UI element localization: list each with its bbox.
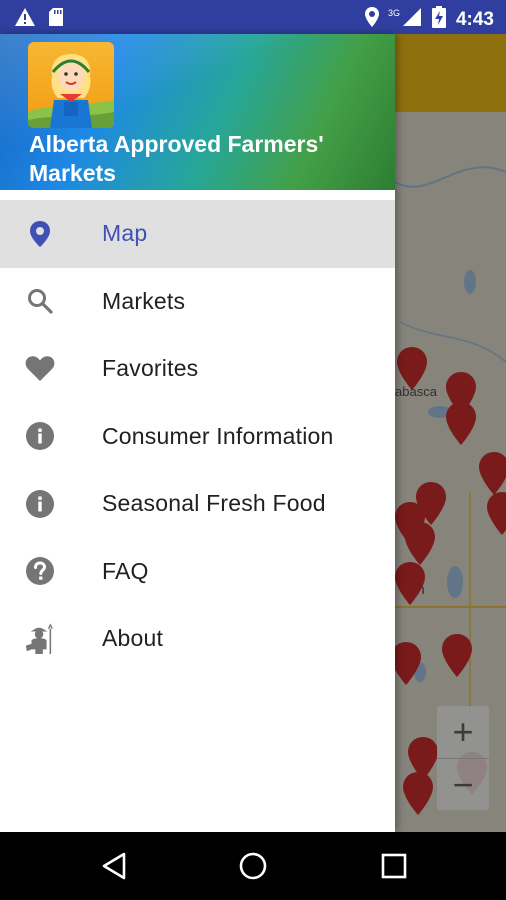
menu-item-favorites[interactable]: Favorites (0, 335, 395, 403)
recents-icon (381, 853, 407, 879)
menu-item-about[interactable]: About (0, 605, 395, 673)
menu-item-label: Favorites (102, 355, 199, 382)
menu-item-consumer-information[interactable]: Consumer Information (0, 403, 395, 471)
drawer-menu: Map Markets Favorites Consumer Informati… (0, 200, 395, 673)
back-button[interactable] (97, 849, 131, 883)
menu-item-label: Markets (102, 287, 186, 314)
menu-item-label: Seasonal Fresh Food (102, 490, 326, 517)
clock: 4:43 (455, 8, 494, 30)
menu-item-seasonal-fresh-food[interactable]: Seasonal Fresh Food (0, 470, 395, 538)
menu-item-label: Consumer Information (102, 422, 334, 449)
home-icon (239, 852, 267, 880)
menu-item-faq[interactable]: FAQ (0, 538, 395, 606)
location-icon (364, 6, 380, 33)
header-divider (0, 190, 395, 200)
back-icon (102, 852, 126, 880)
recents-button[interactable] (377, 849, 411, 883)
menu-item-markets[interactable]: Markets (0, 268, 395, 336)
system-nav-bar (0, 832, 506, 900)
info-icon (24, 420, 56, 452)
menu-item-map[interactable]: Map (0, 200, 395, 268)
heart-icon (24, 353, 56, 385)
battery-charging-icon (431, 6, 446, 33)
sd-card-icon (48, 7, 64, 32)
home-button[interactable] (236, 849, 270, 883)
menu-item-label: Map (102, 220, 148, 247)
network-type-label: 3G (387, 7, 400, 18)
warning-icon (14, 7, 36, 32)
app-logo (28, 42, 114, 128)
status-bar: 3G 4:43 (0, 0, 506, 34)
help-icon (24, 555, 56, 587)
info-icon (24, 488, 56, 520)
drawer-header: Alberta Approved Farmers' Markets (0, 34, 395, 190)
farmer-icon (24, 623, 56, 655)
navigation-drawer: Alberta Approved Farmers' Markets Map Ma… (0, 34, 395, 832)
location-pin-icon (24, 218, 56, 250)
search-icon (24, 285, 56, 317)
signal-icon (402, 7, 422, 32)
menu-item-label: About (102, 625, 164, 652)
menu-item-label: FAQ (102, 557, 149, 584)
app-title: Alberta Approved Farmers' Markets (29, 131, 324, 186)
